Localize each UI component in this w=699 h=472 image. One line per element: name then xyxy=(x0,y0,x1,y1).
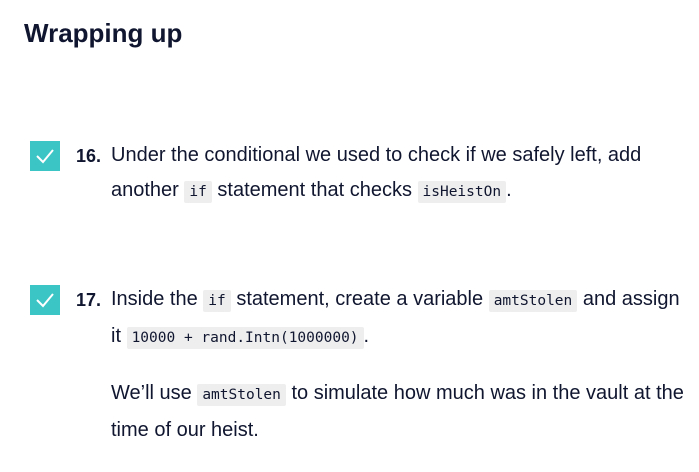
text-segment: statement, create a variable xyxy=(230,288,489,310)
task-17-paragraph: Inside the if statement, create a variab… xyxy=(111,282,686,356)
inline-code: isHeistOn xyxy=(417,181,507,203)
checkmark-icon xyxy=(36,293,54,308)
inline-code: if xyxy=(203,290,231,312)
checkmark-icon xyxy=(36,149,54,164)
task-number: 17. xyxy=(76,290,102,310)
inline-code: amtStolen xyxy=(197,384,286,406)
page-title: Wrapping up xyxy=(24,18,183,48)
text-segment: We’ll use xyxy=(111,382,198,404)
task-number: 16. xyxy=(76,146,102,166)
task-16-checkbox[interactable] xyxy=(30,141,60,171)
text-segment: . xyxy=(363,325,370,347)
task-16-paragraph: Under the conditional we used to check i… xyxy=(111,138,686,210)
inline-code: 10000 + rand.Intn(1000000) xyxy=(126,327,364,349)
text-segment: Inside the xyxy=(111,288,204,310)
inline-code: if xyxy=(184,181,212,203)
task-16-instructions: Under the conditional we used to check i… xyxy=(111,138,686,210)
text-segment: . xyxy=(506,179,512,201)
task-17-checkbox[interactable] xyxy=(30,285,60,315)
text-segment: statement that checks xyxy=(211,179,418,201)
task-17-instructions: Inside the if statement, create a variab… xyxy=(111,282,686,448)
inline-code: amtStolen xyxy=(488,290,578,312)
task-17-note: We’ll use amtStolen to simulate how much… xyxy=(111,376,686,448)
